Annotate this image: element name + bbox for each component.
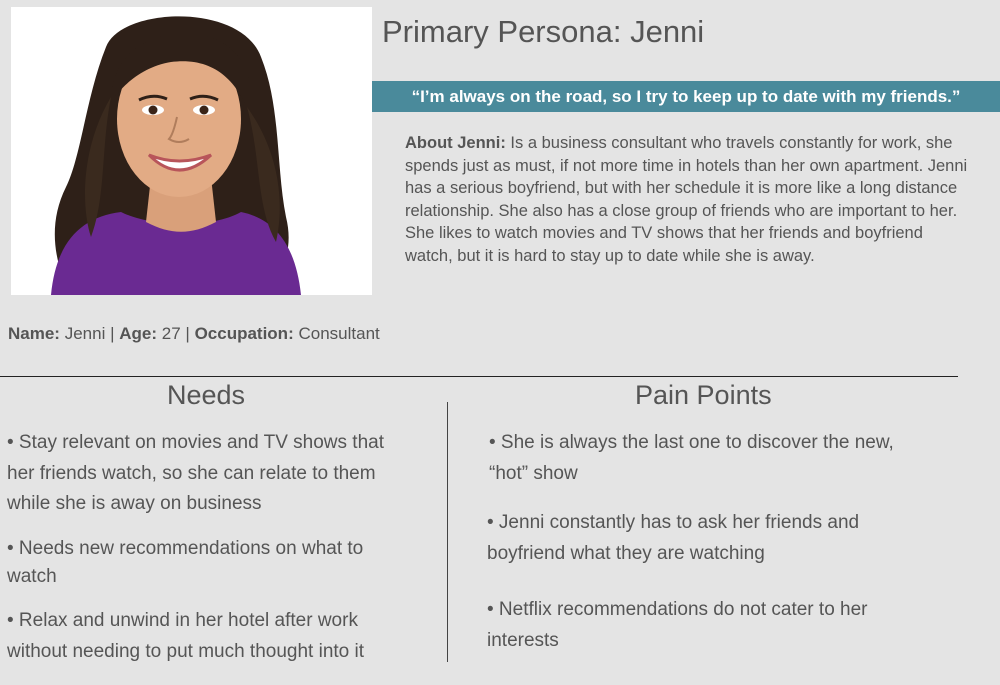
persona-photo (11, 7, 372, 295)
occupation-label: Occupation: (194, 324, 294, 343)
persona-meta: Name: Jenni | Age: 27 | Occupation: Cons… (8, 324, 380, 344)
section-divider (0, 376, 958, 377)
name-label: Name: (8, 324, 60, 343)
needs-title: Needs (167, 380, 246, 410)
pain-point-item: • Jenni constantly has to ask her friend… (487, 512, 860, 564)
needs-item: • Stay relevant on movies and TV shows t… (7, 432, 384, 514)
name-value: Jenni (64, 324, 106, 343)
needs-item: • Relax and unwind in her hotel after wo… (7, 610, 365, 662)
about-label: About Jenni: (405, 134, 506, 152)
persona-quote-banner: “I’m always on the road, so I try to kee… (372, 81, 1000, 112)
pain-point-item: • Netflix recommendations do not cater t… (487, 599, 868, 651)
pain-points-title: Pain Points (635, 380, 772, 410)
persona-portrait-illustration (11, 7, 372, 295)
pain-point-item: • She is always the last one to discover… (489, 432, 894, 484)
meta-separator: | (185, 324, 190, 343)
meta-separator: | (110, 324, 115, 343)
about-text: Is a business consultant who travels con… (405, 134, 968, 265)
about-section: About Jenni: Is a business consultant wh… (405, 132, 970, 268)
occupation-value: Consultant (298, 324, 380, 343)
column-divider (447, 402, 448, 662)
age-value: 27 (161, 324, 181, 343)
persona-title: Primary Persona: Jenni (382, 14, 705, 49)
age-label: Age: (119, 324, 158, 343)
needs-item: • Needs new recommendations on what to w… (7, 538, 364, 587)
